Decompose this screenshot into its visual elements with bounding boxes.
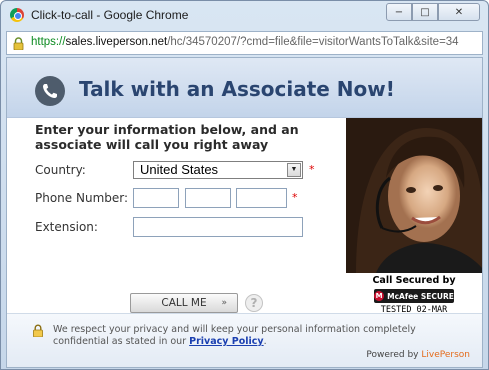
- url-host: sales.liveperson.net: [65, 36, 168, 48]
- help-icon[interactable]: ?: [245, 294, 263, 312]
- country-label: Country:: [35, 163, 86, 177]
- chevron-down-icon[interactable]: ▼: [287, 163, 301, 177]
- country-value: United States: [140, 162, 219, 177]
- powered-by-text: Powered by: [366, 350, 422, 360]
- minimize-button[interactable]: −: [386, 3, 412, 21]
- powered-by: Powered by LivePerson: [366, 350, 470, 360]
- associate-photo: [346, 118, 482, 273]
- liveperson-link[interactable]: LivePerson: [421, 350, 470, 360]
- call-me-button[interactable]: CALL ME »: [130, 293, 238, 313]
- privacy-policy-link[interactable]: Privacy Policy: [189, 336, 263, 347]
- extension-input[interactable]: [133, 217, 303, 237]
- callback-form: Enter your information below, and an ass…: [7, 118, 345, 313]
- phone-label: Phone Number:: [35, 191, 129, 205]
- mcafee-badge[interactable]: M McAfee SECURE: [374, 289, 454, 303]
- country-select[interactable]: United States ▼: [133, 161, 303, 179]
- url-path: /hc/34570207/?cmd=file&file=visitorWants…: [167, 36, 459, 48]
- phone-area-code-input[interactable]: [133, 188, 179, 208]
- chevron-right-icon: »: [221, 298, 227, 308]
- mcafee-icon: M: [374, 291, 385, 301]
- address-bar[interactable]: https://sales.liveperson.net/hc/34570207…: [6, 31, 483, 55]
- maximize-button[interactable]: □: [412, 3, 438, 21]
- url-text: https://sales.liveperson.net/hc/34570207…: [31, 36, 459, 48]
- window-controls: − □ ✕: [386, 3, 480, 21]
- phone-required-mark: *: [292, 191, 298, 204]
- page-title: Talk with an Associate Now!: [79, 77, 395, 101]
- page-content: Talk with an Associate Now! Enter your i…: [6, 57, 483, 368]
- phone-prefix-input[interactable]: [185, 188, 231, 208]
- call-secured-label: Call Secured by: [372, 275, 456, 286]
- title-bar: Click-to-call - Google Chrome − □ ✕: [1, 1, 488, 29]
- chrome-icon: [10, 8, 24, 22]
- phone-icon: [35, 76, 65, 106]
- phone-line-input[interactable]: [236, 188, 287, 208]
- padlock-icon: [33, 324, 43, 337]
- privacy-footer: We respect your privacy and will keep yo…: [7, 313, 482, 367]
- close-button[interactable]: ✕: [438, 3, 480, 21]
- lock-icon: [13, 37, 24, 50]
- call-secured-badge: Call Secured by M McAfee SECURE TESTED 0…: [346, 275, 482, 315]
- form-intro: Enter your information below, and an ass…: [35, 122, 299, 152]
- privacy-end: .: [263, 336, 267, 347]
- privacy-notice: We respect your privacy and will keep yo…: [53, 324, 473, 348]
- extension-label: Extension:: [35, 220, 98, 234]
- browser-window: Click-to-call - Google Chrome − □ ✕ http…: [0, 0, 489, 370]
- call-me-label: CALL ME: [161, 297, 207, 309]
- page-header: Talk with an Associate Now!: [7, 58, 482, 118]
- url-scheme: https://: [31, 36, 66, 48]
- country-required-mark: *: [309, 163, 315, 176]
- window-title: Click-to-call - Google Chrome: [31, 8, 189, 22]
- mcafee-text: McAfee SECURE: [387, 291, 454, 301]
